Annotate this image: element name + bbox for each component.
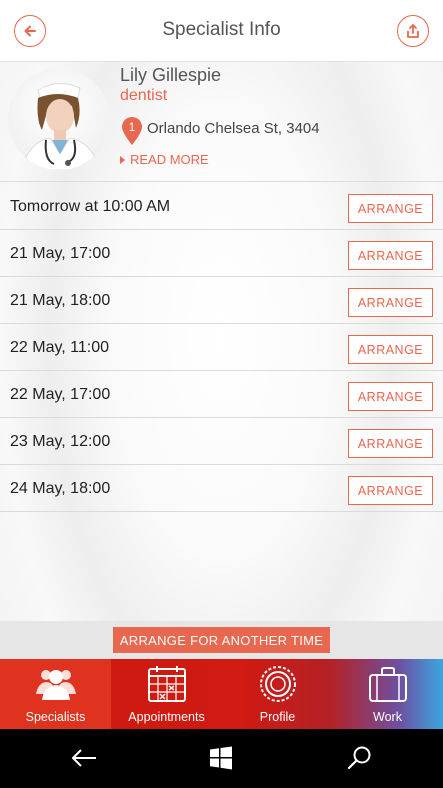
share-icon <box>407 24 419 38</box>
tab-label: Profile <box>259 710 296 724</box>
list-item: 22 May, 11:00 ARRANGE <box>0 324 443 371</box>
specialist-name: Lily Gillespie <box>120 65 222 85</box>
system-start-button[interactable] <box>201 741 241 775</box>
tab-label: Specialists <box>25 710 86 724</box>
search-icon <box>347 746 371 770</box>
people-icon <box>35 670 76 700</box>
arrange-button[interactable]: ARRANGE <box>348 476 433 505</box>
avatar <box>8 68 110 170</box>
page-title: Specialist Info <box>162 19 281 40</box>
location-number: 1 <box>129 120 136 134</box>
list-item: 24 May, 18:00 ARRANGE <box>0 465 443 512</box>
arrow-back-icon <box>72 749 96 767</box>
bottom-tab-bar: Specialists Appointments Profile Work <box>0 659 443 729</box>
slot-time: 22 May, 17:00 <box>10 386 111 403</box>
system-back-button[interactable] <box>64 741 104 775</box>
slot-time: 21 May, 17:00 <box>10 245 111 262</box>
briefcase-icon <box>368 667 407 702</box>
arrange-another-bar: ARRANGE FOR ANOTHER TIME <box>0 621 443 659</box>
slot-time: Tomorrow at 10:00 AM <box>10 198 171 215</box>
caret-right-icon <box>120 155 125 164</box>
arrange-button[interactable]: ARRANGE <box>348 382 433 411</box>
specialist-address: Orlando Chelsea St, 3404 <box>147 120 320 137</box>
map-pin-icon: 1 <box>120 116 144 151</box>
system-nav-bar <box>0 729 443 788</box>
app-header: Specialist Info <box>0 0 443 62</box>
specialist-card: Lily Gillespie dentist 1 Orlando Chelsea… <box>0 62 443 182</box>
calendar-icon <box>147 666 186 702</box>
arrange-button[interactable]: ARRANGE <box>348 429 433 458</box>
slot-time: 23 May, 12:00 <box>10 433 111 450</box>
list-item: 22 May, 17:00 ARRANGE <box>0 371 443 418</box>
tab-label: Appointments <box>128 710 205 724</box>
read-more-link[interactable]: READ MORE <box>120 152 209 167</box>
windows-logo-icon <box>210 746 232 770</box>
list-item: 21 May, 17:00 ARRANGE <box>0 230 443 277</box>
arrange-button[interactable]: ARRANGE <box>348 241 433 270</box>
slot-time: 24 May, 18:00 <box>10 480 111 497</box>
tab-profile[interactable]: Profile <box>222 659 333 729</box>
specialist-role: dentist <box>120 87 168 104</box>
tab-specialists[interactable]: Specialists <box>0 659 111 729</box>
gear-icon <box>259 666 296 702</box>
arrange-button[interactable]: ARRANGE <box>348 335 433 364</box>
system-search-button[interactable] <box>340 741 380 775</box>
slot-time: 22 May, 11:00 <box>10 339 110 356</box>
tab-label: Work <box>373 710 402 724</box>
list-item: 21 May, 18:00 ARRANGE <box>0 277 443 324</box>
read-more-label: READ MORE <box>130 152 209 167</box>
slot-time: 21 May, 18:00 <box>10 292 111 309</box>
list-item: Tomorrow at 10:00 AM ARRANGE <box>0 183 443 230</box>
tab-work[interactable]: Work <box>332 659 443 729</box>
arrange-button[interactable]: ARRANGE <box>348 288 433 317</box>
time-slot-list: Tomorrow at 10:00 AM ARRANGE 21 May, 17:… <box>0 183 443 512</box>
arrange-button[interactable]: ARRANGE <box>348 194 433 223</box>
share-button[interactable] <box>397 15 429 47</box>
tab-appointments[interactable]: Appointments <box>111 659 222 729</box>
list-item: 23 May, 12:00 ARRANGE <box>0 418 443 465</box>
arrange-another-time-button[interactable]: ARRANGE FOR ANOTHER TIME <box>113 627 330 653</box>
